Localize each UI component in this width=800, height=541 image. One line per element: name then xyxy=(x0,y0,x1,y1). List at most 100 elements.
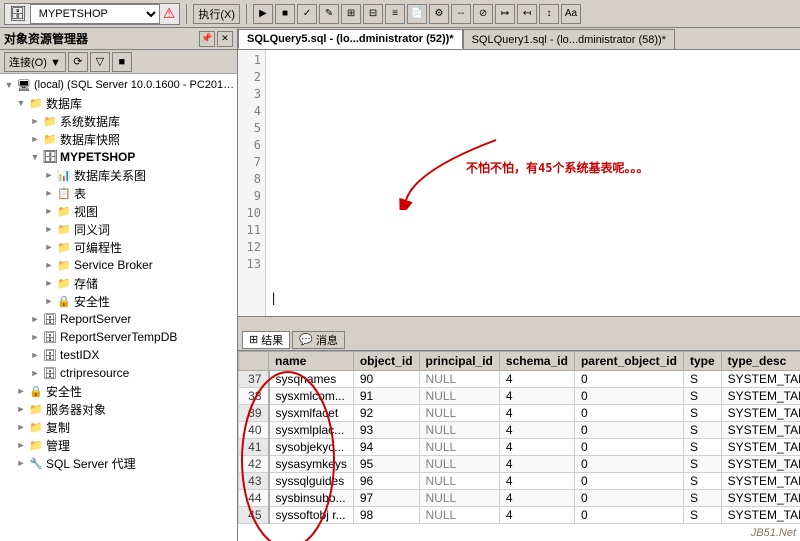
table-cell: S xyxy=(683,439,721,456)
expand-icon[interactable]: ► xyxy=(42,294,56,308)
storage-icon: 📁 xyxy=(56,275,72,291)
pin-button[interactable]: 📌 xyxy=(199,31,215,47)
expand-icon[interactable]: ▼ xyxy=(28,150,42,164)
editor-scrollbar[interactable] xyxy=(238,316,800,326)
tree-item-mypetshop[interactable]: ▼ 🗄 MYPETSHOP xyxy=(0,148,237,166)
table-cell: NULL xyxy=(419,439,499,456)
close-panel-button[interactable]: ✕ xyxy=(217,31,233,47)
expand-icon[interactable]: ► xyxy=(28,366,42,380)
file-icon[interactable]: 📄 xyxy=(407,4,427,24)
expand-icon[interactable]: ► xyxy=(14,402,28,416)
indent-icon[interactable]: ↦ xyxy=(495,4,515,24)
filter-tree-icon[interactable]: ▽ xyxy=(90,52,110,72)
tree-item-testidx[interactable]: ► 🗄 testIDX xyxy=(0,346,237,364)
tree-item-prog[interactable]: ► 📁 可编程性 xyxy=(0,238,237,256)
tree-label-servicebroker: Service Broker xyxy=(74,258,153,272)
table-cell: 0 xyxy=(574,490,683,507)
tree-item-dbsnap[interactable]: ► 📁 数据库快照 xyxy=(0,130,237,148)
expand-icon[interactable]: ► xyxy=(42,258,56,272)
expand-icon[interactable]: ► xyxy=(28,114,42,128)
table-cell: 93 xyxy=(353,422,419,439)
folder-icon: 📁 xyxy=(42,131,58,147)
tree-item-replication[interactable]: ► 📁 复制 xyxy=(0,418,237,436)
parse-icon[interactable]: ✎ xyxy=(319,4,339,24)
refresh-icon[interactable]: ⟳ xyxy=(68,52,88,72)
results-tab-messages[interactable]: 💬 消息 xyxy=(292,331,345,349)
expand-icon[interactable]: ▼ xyxy=(14,96,28,110)
tree-item-ctripresource[interactable]: ► 🗄 ctripresource xyxy=(0,364,237,382)
results-icon[interactable]: ⊞ xyxy=(341,4,361,24)
folder-icon: 📁 xyxy=(42,113,58,129)
expand-icon[interactable]: ► xyxy=(42,168,56,182)
stop-tree-icon[interactable]: ■ xyxy=(112,52,132,72)
tree-item-dbdiagram[interactable]: ► 📊 数据库关系图 xyxy=(0,166,237,184)
tree-item-reportservertempdb[interactable]: ► 🗄 ReportServerTempDB xyxy=(0,328,237,346)
tree-item-synonyms[interactable]: ► 📁 同义词 xyxy=(0,220,237,238)
table-cell: sysxmlfacet xyxy=(269,405,354,422)
tree-item-reportserver[interactable]: ► 🗄 ReportServer xyxy=(0,310,237,328)
text-icon[interactable]: ≡ xyxy=(385,4,405,24)
settings-icon[interactable]: ⚙ xyxy=(429,4,449,24)
tree-label-reportservertempdb: ReportServerTempDB xyxy=(60,330,177,344)
tree-item-sysdb[interactable]: ► 📁 系统数据库 xyxy=(0,112,237,130)
tree-label-mypetshop: MYPETSHOP xyxy=(60,150,135,164)
tab-query5[interactable]: SQLQuery5.sql - (lo...dministrator (52))… xyxy=(238,29,463,49)
table-cell: 41 xyxy=(239,439,269,456)
tab-query1[interactable]: SQLQuery1.sql - (lo...dministrator (58))… xyxy=(463,29,675,49)
tree-item-views[interactable]: ► 📁 视图 xyxy=(0,202,237,220)
stop-icon[interactable]: ■ xyxy=(275,4,295,24)
tree-item-tables[interactable]: ► 📋 表 xyxy=(0,184,237,202)
expand-icon[interactable]: ► xyxy=(42,204,56,218)
tree-item-security-db[interactable]: ► 🔒 安全性 xyxy=(0,292,237,310)
panel-toolbar: 连接(O) ▼ ⟳ ▽ ■ xyxy=(0,50,237,74)
expand-icon[interactable]: ► xyxy=(42,222,56,236)
sort-icon[interactable]: ↕ xyxy=(539,4,559,24)
table-cell: NULL xyxy=(419,422,499,439)
sql-editor[interactable]: | select * from sys.objects where type_d… xyxy=(266,50,800,316)
expand-icon[interactable]: ► xyxy=(14,420,28,434)
tree-item-servicebroker[interactable]: ► 📁 Service Broker xyxy=(0,256,237,274)
table-cell: SYSTEM_TABLE xyxy=(721,422,800,439)
expand-icon[interactable]: ▼ xyxy=(2,78,16,92)
tree-item-server-objects[interactable]: ► 📁 服务器对象 xyxy=(0,400,237,418)
connect-button[interactable]: 连接(O) ▼ xyxy=(4,52,66,72)
expand-icon[interactable]: ► xyxy=(14,438,28,452)
tree-item-security[interactable]: ► 🔒 安全性 xyxy=(0,382,237,400)
results-tab-grid[interactable]: ⊞ 结果 xyxy=(242,331,290,349)
tree-label-security: 安全性 xyxy=(46,383,82,400)
table-cell: 38 xyxy=(239,388,269,405)
expand-icon[interactable]: ► xyxy=(42,186,56,200)
tree-item-databases[interactable]: ▼ 📁 数据库 xyxy=(0,94,237,112)
synonym-icon: 📁 xyxy=(56,221,72,237)
panel-controls: 📌 ✕ xyxy=(199,31,233,47)
expand-icon[interactable]: ► xyxy=(14,384,28,398)
database-selector[interactable]: MYPETSHOP xyxy=(30,4,160,24)
tree-item-management[interactable]: ► 📁 管理 xyxy=(0,436,237,454)
expand-icon[interactable]: ► xyxy=(42,276,56,290)
tree-item-local[interactable]: ▼ 🖥 (local) (SQL Server 10.0.1600 - PC20… xyxy=(0,76,237,94)
results-table-wrap[interactable]: name object_id principal_id schema_id pa… xyxy=(238,351,800,541)
tree-item-storage[interactable]: ► 📁 存储 xyxy=(0,274,237,292)
tree-item-sqlagent[interactable]: ► 🔧 SQL Server 代理 xyxy=(0,454,237,472)
expand-icon[interactable]: ► xyxy=(28,348,42,362)
comment-icon[interactable]: -- xyxy=(451,4,471,24)
check-icon[interactable]: ✓ xyxy=(297,4,317,24)
expand-icon[interactable]: ► xyxy=(28,132,42,146)
expand-icon[interactable]: ► xyxy=(14,456,28,470)
expand-icon[interactable]: ► xyxy=(28,330,42,344)
table-cell: 94 xyxy=(353,439,419,456)
table-cell: 44 xyxy=(239,490,269,507)
expand-icon[interactable]: ► xyxy=(28,312,42,326)
outdent-icon[interactable]: ↤ xyxy=(517,4,537,24)
run-icon[interactable]: ▶ xyxy=(253,4,273,24)
table-cell: 37 xyxy=(239,371,269,388)
expand-icon[interactable]: ► xyxy=(42,240,56,254)
filter-icon[interactable]: Aa xyxy=(561,4,581,24)
tree-label-storage: 存储 xyxy=(74,275,98,292)
execute-button[interactable]: 执行(X) xyxy=(193,4,240,24)
uncomment-icon[interactable]: ⊘ xyxy=(473,4,493,24)
database-icon: 🗄 xyxy=(42,149,58,165)
table-cell: 40 xyxy=(239,422,269,439)
grid-icon[interactable]: ⊟ xyxy=(363,4,383,24)
col-principalid: principal_id xyxy=(419,352,499,371)
